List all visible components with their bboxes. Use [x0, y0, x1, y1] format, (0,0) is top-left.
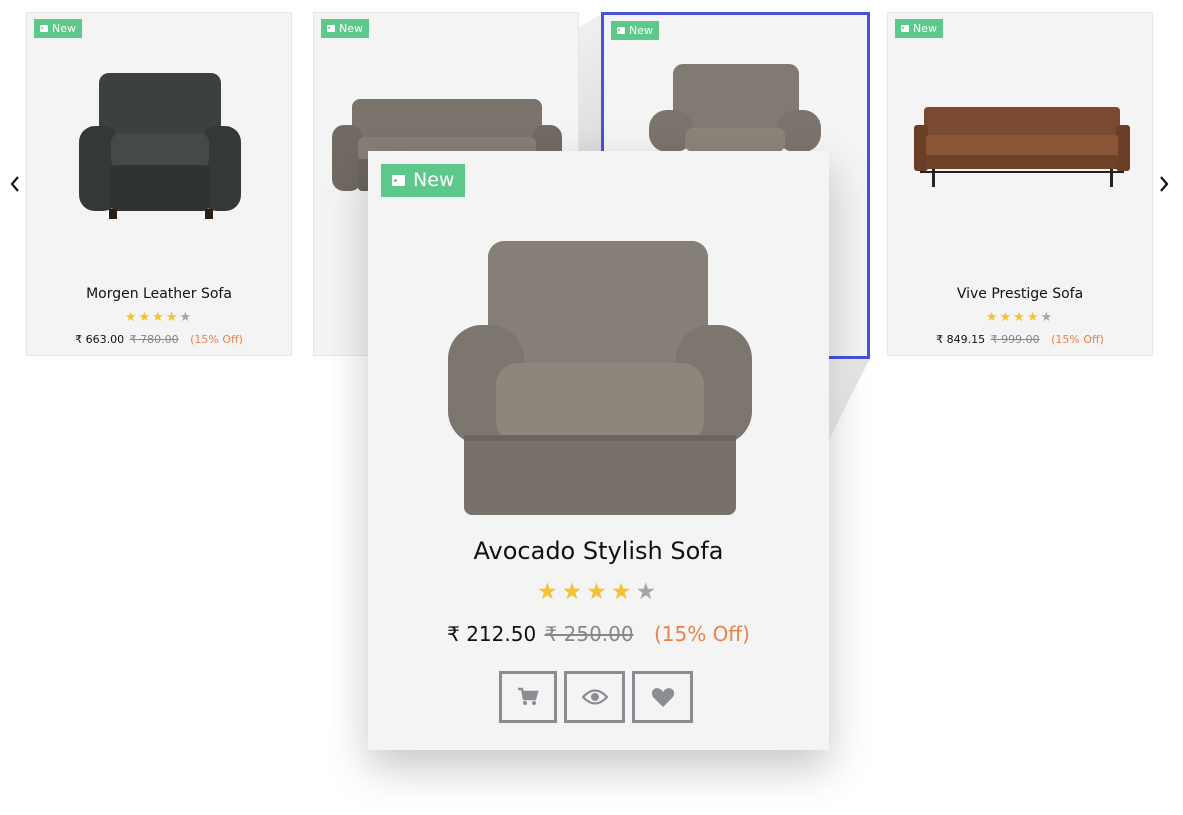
star-icon: ★	[999, 310, 1014, 325]
tag-icon	[40, 25, 48, 32]
old-price: ₹ 250.00	[544, 622, 634, 646]
star-icon: ★	[138, 310, 153, 325]
product-image	[448, 241, 752, 515]
product-name[interactable]: Vive Prestige Sofa	[888, 286, 1152, 302]
eye-icon	[581, 689, 608, 705]
product-image	[914, 107, 1130, 187]
product-name[interactable]: Morgen Leather Sofa	[27, 286, 291, 302]
product-card[interactable]: New Vive Prestige Sofa ★★★★★ ₹ 849.15 ₹ …	[887, 12, 1153, 356]
old-price: ₹ 780.00	[129, 333, 179, 346]
chevron-left-icon	[10, 176, 19, 192]
star-icon: ★	[152, 310, 166, 325]
tag-icon	[392, 174, 405, 186]
new-badge: New	[611, 21, 659, 40]
price-line: ₹ 849.15 ₹ 999.00 (15% Off)	[888, 333, 1152, 346]
wishlist-button[interactable]	[632, 671, 693, 723]
rating-stars: ★★★★★	[368, 579, 829, 605]
star-icon: ★	[1026, 310, 1041, 325]
discount: (15% Off)	[190, 333, 243, 346]
cart-icon	[518, 687, 539, 705]
star-icon: ★	[536, 579, 562, 605]
add-to-cart-button[interactable]	[499, 671, 557, 723]
discount: (15% Off)	[1051, 333, 1104, 346]
tag-icon	[901, 25, 909, 32]
rating-stars: ★★★★★	[27, 310, 291, 325]
carousel-next-button[interactable]	[1158, 175, 1170, 198]
tag-icon	[617, 27, 625, 34]
quickview-card: New Avocado Stylish Sofa ★★★★★ ₹ 212.50 …	[368, 151, 829, 750]
star-icon: ★	[635, 579, 661, 605]
product-card[interactable]: New Morgen Leather Sofa ★★★★★ ₹ 663.00 ₹…	[26, 12, 292, 356]
rating-stars: ★★★★★	[888, 310, 1152, 325]
new-badge: New	[34, 19, 82, 38]
star-icon: ★	[165, 310, 180, 325]
price-line: ₹ 663.00 ₹ 780.00 (15% Off)	[27, 333, 291, 346]
product-name[interactable]: Avocado Stylish Sofa	[368, 537, 829, 565]
price-line: ₹ 212.50 ₹ 250.00 (15% Off)	[368, 622, 829, 646]
chevron-right-icon	[1160, 176, 1169, 192]
price: ₹ 212.50	[447, 622, 537, 646]
star-icon: ★	[610, 579, 636, 605]
star-icon: ★	[179, 310, 194, 325]
new-badge: New	[895, 19, 943, 38]
star-icon: ★	[1013, 310, 1027, 325]
star-icon: ★	[1040, 310, 1055, 325]
tag-icon	[327, 25, 335, 32]
discount: (15% Off)	[653, 622, 750, 646]
star-icon: ★	[985, 310, 1000, 325]
star-icon: ★	[586, 579, 611, 605]
new-badge: New	[321, 19, 369, 38]
new-badge: New	[381, 164, 466, 197]
star-icon: ★	[124, 310, 139, 325]
action-buttons	[499, 671, 693, 723]
quick-view-button[interactable]	[564, 671, 625, 723]
carousel-prev-button[interactable]	[9, 175, 21, 198]
heart-icon	[651, 687, 674, 707]
old-price: ₹ 999.00	[990, 333, 1040, 346]
product-image	[649, 64, 821, 152]
price: ₹ 663.00	[75, 333, 125, 346]
price: ₹ 849.15	[936, 333, 986, 346]
star-icon: ★	[561, 579, 587, 605]
product-image	[79, 73, 241, 219]
